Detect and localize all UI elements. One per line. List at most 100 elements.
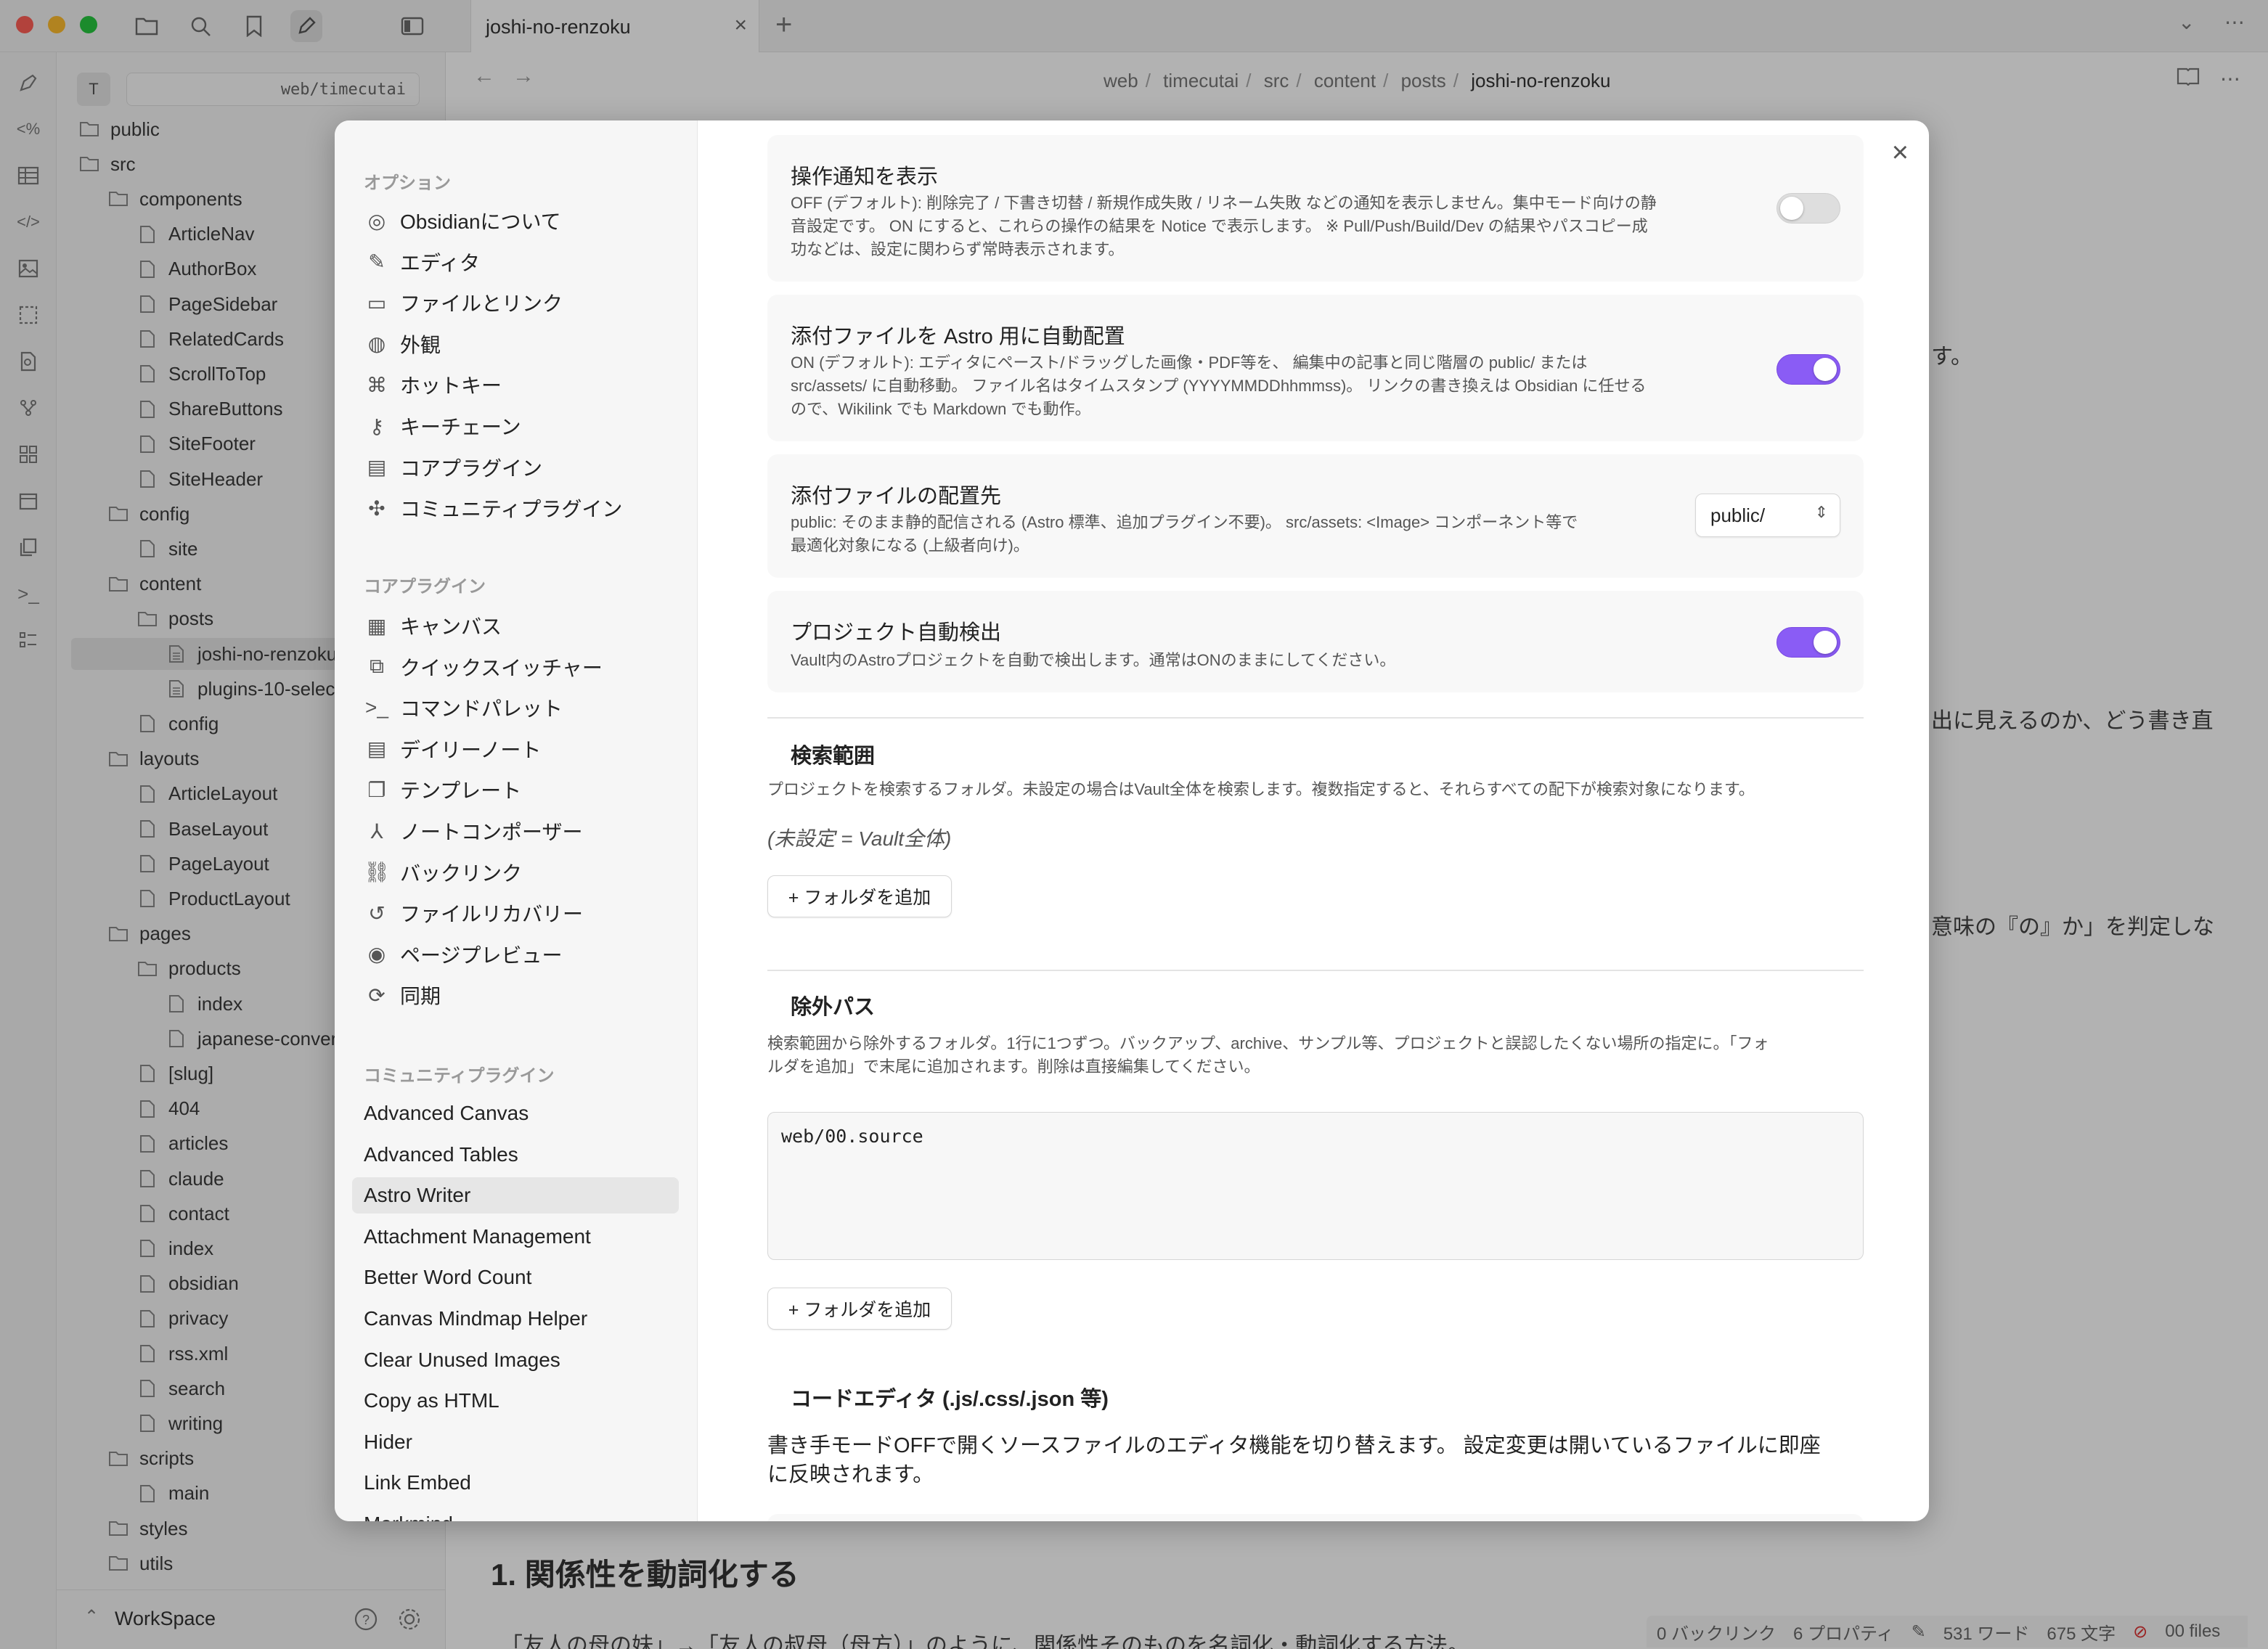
sidebar-item-label: コアプラグイン — [400, 457, 543, 480]
sidebar-item-label: Link Embed — [364, 1471, 471, 1494]
quick-switch-icon: ⧉ — [370, 655, 384, 678]
pencil-icon: ✎ — [368, 250, 386, 274]
settings-modal: オプション ◎ Obsidianについて ✎ エディタ ▭ ファイルとリンク ◍ 外観 ⌘ ホットキ… — [335, 120, 1929, 1521]
sidebar-item[interactable]: ✣ コミュニティプラグイン — [352, 490, 679, 526]
sidebar-item-label: Copy as HTML — [364, 1389, 499, 1412]
sidebar-item-label: Advanced Tables — [364, 1142, 518, 1166]
sync-icon: ⟳ — [368, 983, 386, 1007]
sidebar-item[interactable]: ⟳ 同期 — [352, 977, 679, 1013]
sidebar-item[interactable]: ▤ デイリーノート — [352, 731, 679, 767]
sidebar-item-label: キャンバス — [400, 615, 502, 638]
auto-detect-toggle[interactable] — [1777, 627, 1840, 658]
sidebar-item[interactable]: Advanced Tables — [352, 1137, 679, 1173]
sidebar-item[interactable]: >_ コマンドパレット — [352, 690, 679, 726]
close-icon[interactable]: × — [1892, 136, 1909, 169]
sidebar-item-label: クイックスイッチャー — [400, 656, 603, 679]
sidebar-item[interactable]: Astro Writer — [352, 1177, 679, 1214]
sidebar-item-label: Obsidianについて — [400, 210, 561, 233]
sidebar-item-label: デイリーノート — [400, 738, 542, 761]
sidebar-item[interactable]: ⌘ ホットキー — [352, 367, 679, 403]
sidebar-item[interactable]: Attachment Management — [352, 1219, 679, 1255]
sidebar-item[interactable]: ◎ Obsidianについて — [352, 202, 679, 239]
setting-title: 添付ファイルを Astro 用に自動配置 — [791, 325, 1125, 348]
sidebar-item[interactable]: ⛓ バックリンク — [352, 854, 679, 891]
sidebar-heading: コミュニティプラグイン — [364, 1066, 555, 1086]
setting-card-partial — [767, 1514, 1864, 1521]
sidebar-item-label: エディタ — [400, 251, 481, 274]
sidebar-item-label: バックリンク — [400, 862, 523, 885]
backlink-icon: ⛓ — [364, 861, 390, 884]
exclude-paths-textarea[interactable]: web/00.source — [767, 1112, 1864, 1260]
sidebar-item-label: コマンドパレット — [400, 697, 563, 721]
history-icon: ↺ — [368, 901, 386, 925]
sidebar-item[interactable]: Advanced Canvas — [352, 1095, 679, 1132]
attach-auto-toggle[interactable] — [1777, 354, 1840, 385]
sidebar-item[interactable]: ⅄ ノートコンポーザー — [352, 813, 679, 849]
attach-dest-select[interactable]: public/ ⇕ — [1695, 494, 1840, 537]
sidebar-item[interactable]: Clear Unused Images — [352, 1342, 679, 1378]
sidebar-item-label: Markmind — [364, 1513, 453, 1521]
sidebar-item[interactable]: ▭ ファイルとリンク — [352, 285, 679, 321]
sidebar-item-label: ファイルリカバリー — [400, 903, 584, 926]
sidebar-item[interactable]: ↺ ファイルリカバリー — [352, 895, 679, 931]
sidebar-item-label: Hider — [364, 1430, 412, 1453]
setting-desc: ON (デフォルト): エディタにペースト/ドラッグした画像・PDF等を、 編集… — [791, 353, 1647, 418]
sidebar-item[interactable]: ◍ 外観 — [352, 326, 679, 362]
setting-desc: OFF (デフォルト): 削除完了 / 下書き切替 / 新規作成失敗 / リネー… — [791, 194, 1657, 258]
empty-scope-text: (未設定 = Vault全体) — [767, 827, 952, 850]
notify-toggle[interactable] — [1777, 193, 1840, 224]
copy-icon: ❐ — [367, 778, 386, 801]
setting-attach-dest: 添付ファイルの配置先 public: そのまま静的配信される (Astro 標準… — [767, 454, 1864, 578]
sidebar-item[interactable]: Hider — [352, 1424, 679, 1460]
sidebar-item-label: Clear Unused Images — [364, 1348, 560, 1371]
sidebar-item-label: Astro Writer — [364, 1184, 471, 1207]
divider — [767, 717, 1864, 719]
canvas-icon: ▦ — [367, 614, 387, 637]
add-scope-folder-button[interactable]: + フォルダを追加 — [767, 875, 952, 917]
command-icon: ⌘ — [367, 373, 387, 396]
sidebar-item[interactable]: ⧉ クイックスイッチャー — [352, 649, 679, 685]
section-desc: プロジェクトを検索するフォルダ。未設定の場合はVault全体を検索します。複数指… — [767, 780, 1755, 798]
sidebar-item[interactable]: ⚷ キーチェーン — [352, 408, 679, 444]
select-value: public/ — [1710, 504, 1766, 526]
sidebar-item[interactable]: ◉ ページプレビュー — [352, 936, 679, 973]
palette-icon: ◍ — [367, 332, 386, 356]
setting-notify: 操作通知を表示 OFF (デフォルト): 削除完了 / 下書き切替 / 新規作成… — [767, 135, 1864, 282]
sidebar-item-label: 同期 — [400, 985, 441, 1008]
sidebar-item[interactable]: ✎ エディタ — [352, 244, 679, 280]
section-title: コードエディタ (.js/.css/.json 等) — [791, 1388, 1109, 1411]
sidebar-item[interactable]: ▤ コアプラグイン — [352, 449, 679, 486]
sidebar-heading: オプション — [364, 173, 451, 193]
chevron-updown-icon: ⇕ — [1814, 503, 1828, 521]
puzzle-icon: ✣ — [368, 496, 386, 520]
divider — [767, 970, 1864, 971]
setting-title: プロジェクト自動検出 — [791, 621, 1002, 645]
setting-auto-detect: プロジェクト自動検出 Vault内のAstroプロジェクトを自動で検出します。通… — [767, 591, 1864, 692]
setting-desc: Vault内のAstroプロジェクトを自動で検出します。通常はONのままにしてく… — [791, 651, 1396, 669]
add-exclude-folder-button[interactable]: + フォルダを追加 — [767, 1288, 952, 1330]
sidebar-item[interactable]: Canvas Mindmap Helper — [352, 1301, 679, 1337]
sidebar-item[interactable]: ▦ キャンバス — [352, 607, 679, 644]
sidebar-item[interactable]: ❐ テンプレート — [352, 772, 679, 808]
section-title: 除外パス — [791, 996, 876, 1019]
sidebar-item-label: 外観 — [400, 333, 441, 356]
sidebar-item-label: Attachment Management — [364, 1224, 591, 1248]
section-title: 検索範囲 — [791, 745, 876, 768]
plugin-settings: 操作通知を表示 OFF (デフォルト): 削除完了 / 下書き切替 / 新規作成… — [767, 120, 1878, 1521]
sidebar-item-label: テンプレート — [400, 780, 522, 803]
user-circle-icon: ◎ — [367, 209, 386, 232]
sidebar-item-label: Better Word Count — [364, 1266, 532, 1289]
sidebar-item-label: Canvas Mindmap Helper — [364, 1307, 588, 1330]
settings-sidebar: オプション ◎ Obsidianについて ✎ エディタ ▭ ファイルとリンク ◍ 外観 ⌘ ホットキ… — [335, 120, 698, 1521]
section-desc: 書き手モードOFFで開くソースファイルのエディタ機能を切り替えます。 設定変更は… — [767, 1434, 1821, 1486]
setting-attach-auto: 添付ファイルを Astro 用に自動配置 ON (デフォルト): エディタにペー… — [767, 295, 1864, 441]
sidebar-item[interactable]: Better Word Count — [352, 1259, 679, 1296]
folder-link-icon: ▭ — [367, 291, 387, 314]
setting-title: 操作通知を表示 — [791, 165, 939, 189]
terminal-icon: >_ — [365, 696, 388, 719]
sidebar-item[interactable]: Markmind — [352, 1506, 679, 1521]
sidebar-item-label: ファイルとリンク — [400, 292, 563, 316]
sidebar-item-label: ノートコンポーザー — [400, 821, 583, 843]
sidebar-item[interactable]: Link Embed — [352, 1465, 679, 1501]
sidebar-item[interactable]: Copy as HTML — [352, 1383, 679, 1419]
